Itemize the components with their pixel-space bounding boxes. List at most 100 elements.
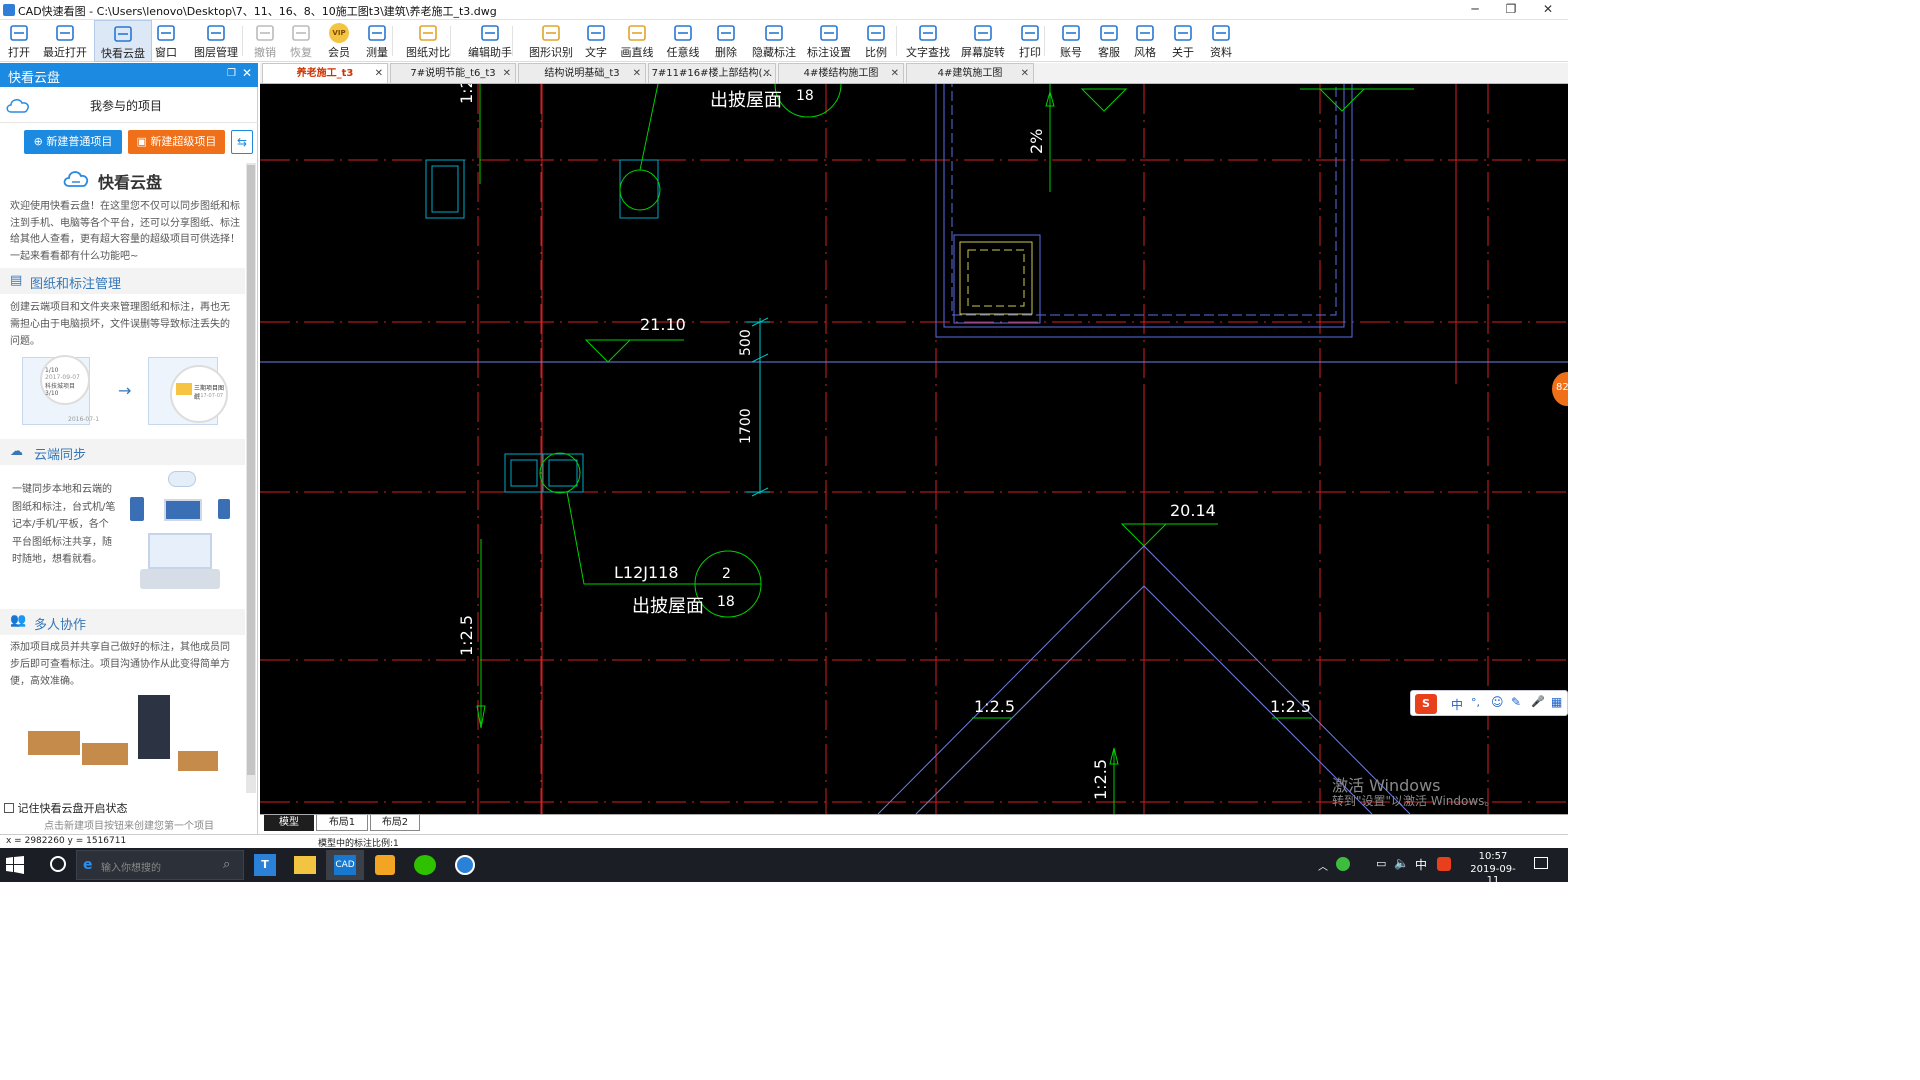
toolbar-vip-button[interactable]: VIP 会员 xyxy=(322,20,356,62)
toolbar-line-button[interactable]: 画直线 xyxy=(616,20,658,62)
tab-close-icon[interactable]: ✕ xyxy=(891,64,899,83)
document-tab[interactable]: 7#说明节能_t6_t3 ✕ xyxy=(390,63,516,83)
toolbar-scale-button[interactable]: 比例 xyxy=(858,20,894,62)
section-3-illustration xyxy=(20,693,235,789)
new-normal-project-button[interactable]: ⊕ 新建普通项目 xyxy=(24,130,122,154)
scale-icon xyxy=(865,23,887,43)
slope-right-label: 1:2.5 xyxy=(1270,697,1311,716)
tab-close-icon[interactable]: ✕ xyxy=(633,64,641,83)
my-projects-label: 我参与的项目 xyxy=(90,99,163,113)
panel-scrollbar[interactable] xyxy=(246,163,256,793)
toolbar-eraser-button[interactable]: 删除 xyxy=(708,20,744,62)
toolbar-recent-button[interactable]: 最近打开 xyxy=(38,20,92,62)
toolbar-resources-button[interactable]: 资料 xyxy=(1204,20,1238,62)
hide-annotation-icon xyxy=(763,23,785,43)
tab-layout2[interactable]: 布局2 xyxy=(370,815,420,831)
tray-app-icon[interactable] xyxy=(1336,857,1350,871)
document-tab[interactable]: 4#楼结构施工图 ✕ xyxy=(778,63,904,83)
tab-close-icon[interactable]: ✕ xyxy=(1021,64,1029,83)
toolbar-headset-button[interactable]: 客服 xyxy=(1092,20,1126,62)
drawing-svg[interactable]: 1:2.5 2% 21.10 500 1700 出披屋面 18 L12J118 … xyxy=(260,84,1568,814)
panel-scroll-thumb[interactable] xyxy=(247,165,255,775)
taskbar-file-explorer[interactable] xyxy=(286,850,324,880)
freehand-icon xyxy=(672,23,694,43)
toolbar-freehand-button[interactable]: 任意线 xyxy=(662,20,704,62)
toolbar-account-button[interactable]: 账号 xyxy=(1054,20,1088,62)
tab-close-icon[interactable]: ✕ xyxy=(503,64,511,83)
tab-layout1[interactable]: 布局1 xyxy=(316,815,368,831)
windows-start-icon[interactable] xyxy=(6,856,24,874)
toolbar-window-button[interactable]: 窗口 xyxy=(148,20,184,62)
minimize-button[interactable]: ─ xyxy=(1457,0,1493,20)
toolbar-cloud-button[interactable]: 快看云盘 xyxy=(94,20,152,62)
pen-icon[interactable]: ✎ xyxy=(1511,695,1521,709)
toolbar-rotate-screen-button[interactable]: 屏幕旋转 xyxy=(956,20,1010,62)
toolbar-annotation-settings-button[interactable]: 标注设置 xyxy=(804,20,854,62)
title-bar: CAD快速看图 - C:\Users\lenovo\Desktop\7、11、1… xyxy=(0,0,1568,20)
new-super-project-button[interactable]: ▣ 新建超级项目 xyxy=(128,130,225,154)
panel-restore-icon[interactable]: ❐ xyxy=(227,68,236,79)
style-icon xyxy=(1134,23,1156,43)
toolbar-text-search-button[interactable]: 文字查找 xyxy=(902,20,954,62)
cad-drawing-canvas[interactable]: 1:2.5 2% 21.10 500 1700 出披屋面 18 L12J118 … xyxy=(260,84,1568,814)
cortana-icon[interactable] xyxy=(50,856,66,872)
checkbox-box[interactable] xyxy=(4,803,14,813)
toolbar-edit-helper-button[interactable]: 编辑助手 xyxy=(462,20,518,62)
toolbar-layers-button[interactable]: 图层管理 xyxy=(188,20,244,62)
taskbar-app-text[interactable]: T xyxy=(246,850,284,880)
toolbar-info-button[interactable]: 关于 xyxy=(1166,20,1200,62)
ime-lang[interactable]: 中 xyxy=(1451,696,1463,713)
toolbar-shape-recognize-button[interactable]: 图形识别 xyxy=(524,20,578,62)
sync-refresh-button[interactable]: ⇆ xyxy=(231,130,253,154)
input-language[interactable]: 中 xyxy=(1415,856,1427,873)
taskbar-search-box[interactable]: e 输入你想搜的 ⌕ xyxy=(76,850,244,880)
document-tab[interactable]: 4#建筑施工图 ✕ xyxy=(906,63,1034,83)
maximize-button[interactable]: ❐ xyxy=(1493,0,1529,20)
tab-model[interactable]: 模型 xyxy=(264,815,314,831)
zoom-bubble-2: 三期项目图纸 2017-07-07 xyxy=(170,365,228,423)
close-button[interactable]: ✕ xyxy=(1530,0,1566,20)
img-text-b: 科技城项目 xyxy=(45,383,76,390)
ime-toolbar[interactable]: S 中 °, ☺ ✎ 🎤 ▦ xyxy=(1410,690,1568,716)
toolbar-measure-button[interactable]: 测量 xyxy=(358,20,396,62)
toolbar-hide-annotation-button[interactable]: 隐藏标注 xyxy=(748,20,800,62)
folder-open-icon xyxy=(8,23,30,43)
section-3-title: 多人协作 xyxy=(34,618,87,633)
grid-menu-icon[interactable]: ▦ xyxy=(1551,695,1562,709)
ime-punct[interactable]: °, xyxy=(1471,696,1480,709)
document-tab[interactable]: 7#11#16#楼上部结构(… ✕ xyxy=(648,63,776,83)
annotation-settings-icon xyxy=(818,23,840,43)
microphone-icon[interactable]: 🎤 xyxy=(1531,695,1545,708)
taskbar-notes-app[interactable] xyxy=(366,850,404,880)
toolbar-folder-open-button[interactable]: 打开 xyxy=(2,20,36,62)
server-rack-image xyxy=(138,695,170,759)
toolbar-compare-button[interactable]: 图纸对比 xyxy=(400,20,456,62)
document-tab[interactable]: 结构说明基础_t3 ✕ xyxy=(518,63,646,83)
section-1-body: 创建云端项目和文件夹来管理图纸和标注，再也无需担心由于电脑损坏，文件误删等导致标… xyxy=(10,302,230,347)
taskbar-wechat-icon[interactable] xyxy=(406,850,444,880)
toolbar-style-button[interactable]: 风格 xyxy=(1128,20,1162,62)
phone-device-icon xyxy=(130,497,144,521)
remember-state-checkbox[interactable]: 记住快看云盘开启状态 xyxy=(4,800,128,816)
tray-sogou-icon[interactable] xyxy=(1437,857,1451,871)
eraser-icon xyxy=(715,23,737,43)
panel-close-icon[interactable]: ✕ xyxy=(242,66,252,80)
toolbar-undo-button[interactable]: 撤销 xyxy=(248,20,282,62)
clock[interactable]: 10:57 2019-09-11 xyxy=(1470,851,1516,886)
layout-tabs-bar: 模型 布局1 布局2 xyxy=(260,814,1568,834)
network-icon[interactable]: ▭ xyxy=(1376,857,1386,870)
line-icon xyxy=(626,23,648,43)
cloud-sync-icon: ☁ xyxy=(10,444,23,459)
tab-close-icon[interactable]: ✕ xyxy=(763,64,771,83)
tab-close-icon[interactable]: ✕ xyxy=(375,64,383,83)
sogou-logo-icon[interactable]: S xyxy=(1415,694,1437,714)
document-tab[interactable]: 养老施工_t3 ✕ xyxy=(262,63,388,83)
tray-expand-icon[interactable]: ︿ xyxy=(1318,858,1328,873)
toolbar-text-button[interactable]: 文字 xyxy=(578,20,614,62)
taskbar-cad-viewer[interactable]: CAD xyxy=(326,850,364,880)
taskbar-sogou-browser-icon[interactable] xyxy=(446,850,484,880)
emoji-icon[interactable]: ☺ xyxy=(1491,695,1504,709)
volume-icon[interactable]: 🔈 xyxy=(1394,856,1409,870)
toolbar-redo-button[interactable]: 恢复 xyxy=(284,20,318,62)
action-center-icon[interactable] xyxy=(1534,857,1548,869)
